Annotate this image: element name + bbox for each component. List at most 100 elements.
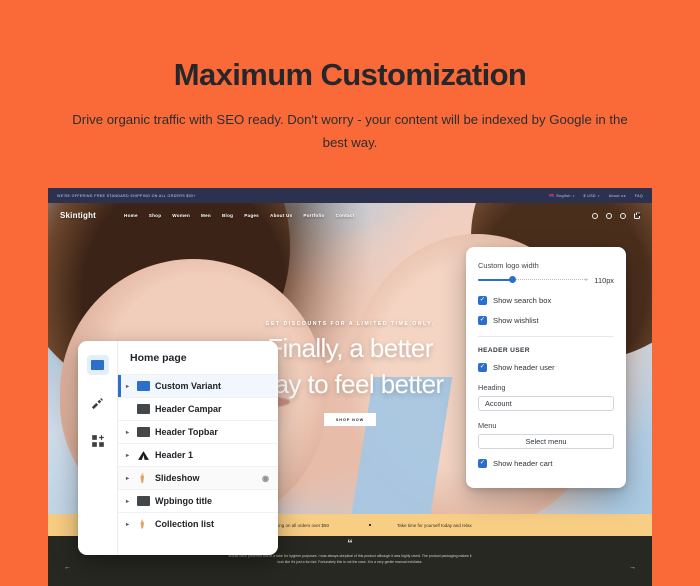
main-nav: Home Shop Women Men Blog Pages About Us … — [124, 213, 354, 218]
header-icon-group: 0 — [592, 211, 642, 219]
checkbox-checked-icon[interactable]: ✓ — [478, 459, 487, 468]
section-label: Collection list — [155, 519, 215, 529]
sections-list-body: Home page ▸ Custom Variant Header Campar… — [118, 341, 278, 555]
section-row-collection-list[interactable]: ▸ Collection list — [118, 512, 278, 535]
settings-divider — [478, 336, 614, 337]
announce-link-about[interactable]: About us — [609, 194, 626, 198]
menu-field-label: Menu — [478, 421, 497, 430]
paint-roller-icon — [91, 397, 103, 409]
section-label: Slideshow — [155, 473, 200, 483]
show-wishlist-row[interactable]: ✓ Show wishlist — [478, 316, 614, 325]
show-header-user-row[interactable]: ✓ Show header user — [478, 363, 614, 372]
section-row-header-1[interactable]: ▸ Header 1 — [118, 443, 278, 466]
chevron-right-icon[interactable]: ▸ — [124, 452, 131, 459]
theme-settings-tab[interactable] — [87, 393, 109, 413]
site-header: Skintight Home Shop Women Men Blog Pages… — [48, 203, 652, 228]
nav-item-blog[interactable]: Blog — [222, 213, 233, 218]
currency-label: $ USD — [583, 193, 596, 198]
section-icon — [136, 426, 150, 438]
select-menu-button[interactable]: Select menu — [478, 434, 614, 449]
quote-icon: “ — [347, 538, 353, 550]
logo-width-control: ▸ 110px — [478, 275, 614, 285]
chevron-right-icon[interactable]: ▸ — [124, 498, 131, 505]
logo-width-value: 110px — [594, 275, 614, 285]
chevron-right-icon[interactable]: ▸ — [124, 475, 131, 482]
show-header-cart-row[interactable]: ✓ Show header cart — [478, 459, 614, 468]
currency-switcher[interactable]: $ USD ▾ — [584, 194, 600, 198]
nav-item-portfolio[interactable]: Portfolio — [303, 213, 324, 218]
checkbox-checked-icon[interactable]: ✓ — [478, 296, 487, 305]
section-icon — [136, 380, 150, 392]
sections-panel: Home page ▸ Custom Variant Header Campar… — [78, 341, 278, 555]
section-icon — [136, 403, 150, 415]
section-row-slideshow[interactable]: ▸ Slideshow ◉ — [118, 466, 278, 489]
nav-item-home[interactable]: Home — [124, 213, 138, 218]
cart-icon[interactable]: 0 — [634, 211, 642, 219]
chevron-down-icon: ▾ — [572, 193, 575, 198]
nav-item-pages[interactable]: Pages — [244, 213, 259, 218]
show-search-box-label: Show search box — [493, 296, 552, 305]
section-label: Header Topbar — [155, 427, 218, 437]
settings-panel: Custom logo width ▸ 110px ✓ Show search … — [466, 247, 626, 488]
apps-tab[interactable] — [87, 431, 109, 451]
ticker-item-2: Take time for yourself today and relax — [369, 523, 472, 528]
section-label: Custom Variant — [155, 381, 222, 391]
sections-tab[interactable] — [86, 355, 109, 375]
section-icon — [136, 495, 150, 507]
section-row-wpbingo-title[interactable]: ▸ Wpbingo title — [118, 489, 278, 512]
header-user-heading: HEADER USER — [478, 347, 530, 354]
chevron-right-icon[interactable]: ▸ — [124, 521, 131, 528]
section-icon — [136, 449, 150, 461]
slider-end-arrow-icon: ▸ — [585, 276, 589, 283]
flag-icon — [549, 193, 555, 198]
section-label: Header Campar — [155, 404, 222, 414]
heading-input[interactable]: Account — [478, 396, 614, 411]
carousel-prev-arrow[interactable]: ← — [64, 564, 71, 571]
section-row-header-topbar[interactable]: ▸ Header Topbar — [118, 420, 278, 443]
sections-panel-rail — [78, 341, 118, 555]
logo-width-slider[interactable]: ▸ — [478, 275, 589, 285]
nav-item-men[interactable]: Men — [201, 213, 211, 218]
nav-item-contact[interactable]: Contact — [336, 213, 355, 218]
shop-now-button[interactable]: SHOP NOW — [324, 413, 376, 427]
search-icon[interactable] — [592, 212, 598, 219]
visibility-eye-icon[interactable]: ◉ — [262, 474, 269, 483]
section-label: Header 1 — [155, 450, 194, 460]
section-row-header-campar[interactable]: Header Campar — [118, 397, 278, 420]
wishlist-icon[interactable] — [606, 212, 612, 219]
chevron-down-icon: ▾ — [597, 193, 600, 198]
promo-section: Maximum Customization Drive organic traf… — [0, 0, 700, 155]
section-row-custom-variant[interactable]: ▸ Custom Variant — [118, 374, 278, 397]
sections-panel-title: Home page — [130, 352, 187, 364]
page-title: Maximum Customization — [173, 57, 527, 92]
ticker-item-2-label: Take time for yourself today and relax — [397, 522, 472, 528]
collection-icon — [136, 518, 150, 530]
nav-item-about-us[interactable]: About Us — [270, 213, 292, 218]
chevron-right-icon[interactable]: ▸ — [124, 429, 131, 436]
section-label: Wpbingo title — [155, 496, 212, 506]
page-subtitle: Drive organic traffic with SEO ready. Do… — [72, 112, 628, 150]
site-logo[interactable]: Skintight — [60, 211, 96, 220]
user-icon[interactable] — [620, 212, 626, 219]
slideshow-icon — [136, 472, 150, 484]
nav-item-shop[interactable]: Shop — [149, 213, 161, 218]
heading-field-label: Heading — [478, 383, 506, 392]
language-label: English — [556, 193, 571, 198]
carousel-next-arrow[interactable]: → — [629, 564, 636, 571]
announcement-links: English ▾ $ USD ▾ About us FAQ — [549, 194, 643, 198]
checkbox-checked-icon[interactable]: ✓ — [478, 363, 487, 372]
slider-fill — [478, 279, 513, 281]
add-blocks-icon — [91, 435, 104, 447]
show-wishlist-label: Show wishlist — [493, 316, 539, 325]
show-search-box-row[interactable]: ✓ Show search box — [478, 296, 614, 305]
nav-item-women[interactable]: Women — [172, 213, 190, 218]
show-header-cart-label: Show header cart — [493, 459, 553, 468]
slider-thumb[interactable] — [508, 276, 516, 283]
checkbox-checked-icon[interactable]: ✓ — [478, 316, 487, 325]
announce-link-faq[interactable]: FAQ — [635, 194, 643, 198]
sections-icon — [91, 360, 104, 370]
announcement-message: WE'RE OFFERING FREE STANDARD SHIPPING ON… — [57, 193, 196, 198]
language-switcher[interactable]: English ▾ — [549, 194, 574, 198]
announcement-bar: WE'RE OFFERING FREE STANDARD SHIPPING ON… — [48, 188, 652, 203]
chevron-right-icon[interactable]: ▸ — [124, 383, 131, 390]
